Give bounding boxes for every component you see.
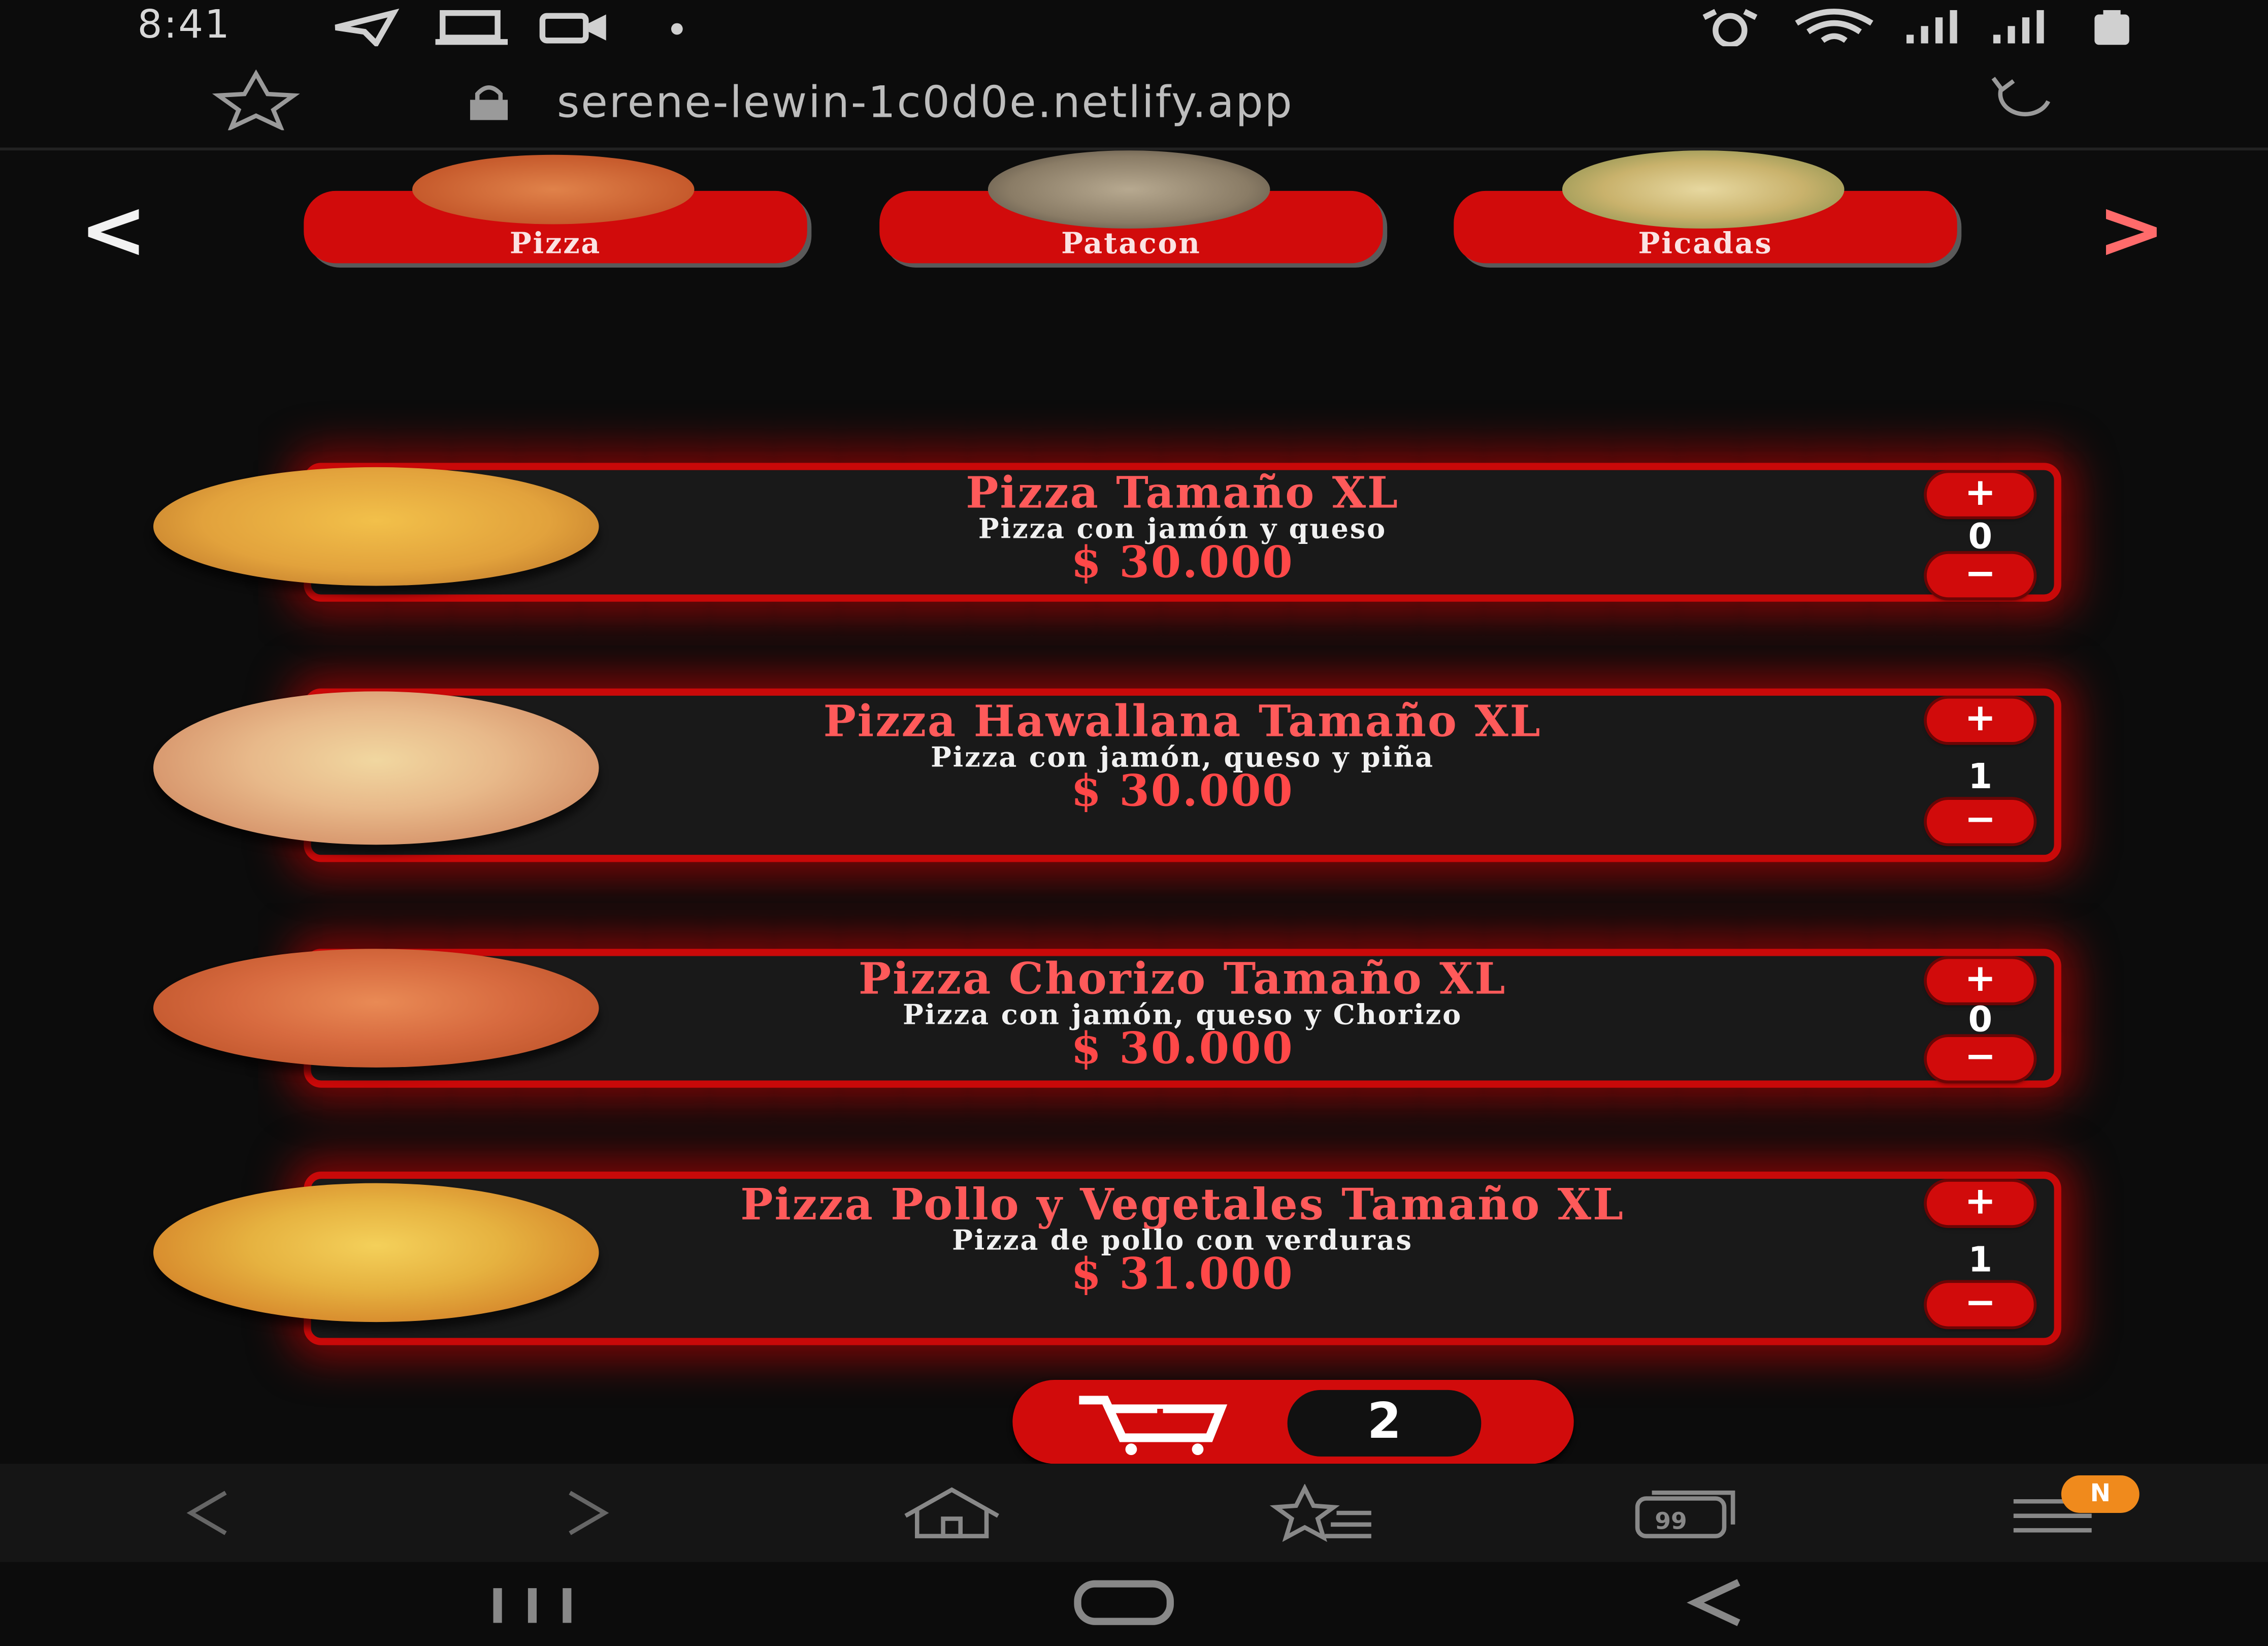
- product-price: $ 30.000: [1071, 1024, 1294, 1075]
- cart-icon: [1079, 1396, 1228, 1456]
- category-label: Patacon: [1061, 225, 1201, 261]
- quantity-value: 0: [1968, 999, 1993, 1040]
- back-nav-icon[interactable]: [1681, 1576, 1753, 1629]
- system-navigation-bar: [0, 1562, 2268, 1646]
- cart-button[interactable]: 2: [1012, 1379, 1574, 1464]
- quantity-value: 1: [1968, 1239, 1993, 1280]
- increase-quantity-button[interactable]: +: [1926, 473, 2034, 517]
- product-image: [153, 691, 599, 845]
- recents-icon[interactable]: [484, 1583, 585, 1626]
- carousel-next-button[interactable]: >: [2097, 190, 2165, 271]
- status-time: 8:41: [137, 3, 231, 48]
- product-image: [153, 467, 599, 586]
- cart-count: 2: [1367, 1393, 1402, 1451]
- svg-text:99: 99: [1655, 1507, 1687, 1534]
- laptop-icon: [435, 10, 508, 45]
- decrease-quantity-button[interactable]: −: [1926, 799, 2034, 844]
- battery-icon: [2094, 10, 2129, 45]
- star-icon[interactable]: [203, 69, 310, 131]
- quantity-value: 1: [1968, 756, 1993, 797]
- forward-icon[interactable]: [550, 1484, 622, 1542]
- cart-count-badge: 2: [1287, 1390, 1482, 1457]
- menu-notification-badge: N: [2061, 1475, 2140, 1513]
- address-bar[interactable]: serene-lewin-1c0d0e.netlify.app: [0, 58, 2268, 151]
- browser-toolbar: 99: [0, 1464, 2268, 1562]
- product-image: [153, 1183, 599, 1322]
- back-icon[interactable]: [174, 1484, 246, 1542]
- bookmarks-icon[interactable]: [1267, 1484, 1377, 1542]
- increase-quantity-button[interactable]: +: [1926, 698, 2034, 743]
- category-patacon[interactable]: Patacon: [879, 150, 1383, 264]
- decrease-quantity-button[interactable]: −: [1926, 554, 2034, 598]
- carousel-prev-button[interactable]: <: [80, 190, 148, 271]
- tabs-icon[interactable]: 99: [1629, 1484, 1748, 1542]
- dot-icon: [671, 23, 683, 35]
- signal-icon: [1906, 10, 1957, 44]
- increase-quantity-button[interactable]: +: [1926, 959, 2034, 1003]
- decrease-quantity-button[interactable]: −: [1926, 1037, 2034, 1081]
- signal-icon: [1993, 10, 2044, 44]
- category-picadas[interactable]: Picadas: [1454, 150, 1957, 264]
- phone-screen: 8:41 serene-lewin-1c0d0e.netlify.app < P…: [0, 0, 2268, 1646]
- category-image: [1562, 150, 1845, 229]
- category-label: Picadas: [1638, 225, 1773, 261]
- product-image: [153, 949, 599, 1068]
- status-bar: 8:41: [0, 0, 2268, 58]
- reload-icon[interactable]: [1967, 72, 2068, 130]
- url-text[interactable]: serene-lewin-1c0d0e.netlify.app: [557, 78, 1294, 129]
- category-image: [412, 154, 695, 224]
- category-pizza[interactable]: Pizza: [304, 154, 807, 264]
- increase-quantity-button[interactable]: +: [1926, 1182, 2034, 1225]
- category-label: Pizza: [509, 225, 602, 261]
- quantity-value: 0: [1968, 516, 1993, 557]
- telegram-icon: [335, 9, 400, 47]
- video-icon: [539, 13, 606, 44]
- lock-icon: [470, 85, 508, 120]
- wifi-icon: [1795, 9, 1873, 43]
- home-icon[interactable]: [900, 1484, 1004, 1542]
- alarm-icon: [1702, 9, 1758, 47]
- home-button-icon[interactable]: [1070, 1576, 1180, 1629]
- category-image: [988, 150, 1270, 229]
- decrease-quantity-button[interactable]: −: [1926, 1283, 2034, 1327]
